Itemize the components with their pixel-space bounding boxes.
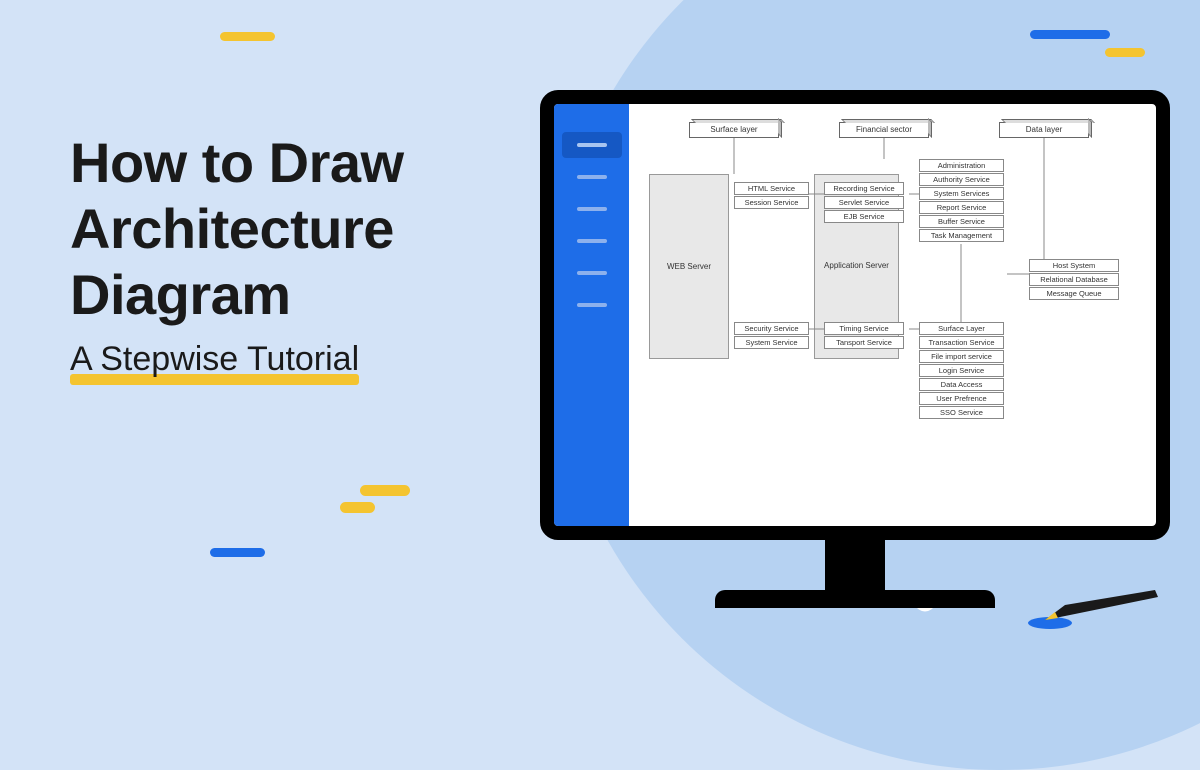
dash-mid-yellow1	[360, 485, 410, 496]
cell: Task Management	[919, 229, 1004, 242]
web-server-box: WEB Server	[649, 174, 729, 359]
cell: Surface Layer	[919, 322, 1004, 335]
cell: Servlet Service	[824, 196, 904, 209]
page-title: How to Draw Architecture Diagram	[70, 130, 404, 328]
cell: System Service	[734, 336, 809, 349]
app-sidebar	[554, 104, 629, 526]
cell: SSO Service	[919, 406, 1004, 419]
cell: User Prefrence	[919, 392, 1004, 405]
monitor-stand	[825, 540, 885, 590]
monitor-illustration: Surface layer Financial sector Data laye…	[540, 90, 1170, 608]
header-surface: Surface layer	[689, 122, 779, 138]
monitor-screen: Surface layer Financial sector Data laye…	[540, 90, 1170, 540]
cell: Transaction Service	[919, 336, 1004, 349]
dash-mid-blue	[210, 548, 265, 557]
dash-top-right-yellow	[1105, 48, 1145, 57]
sidebar-item-2[interactable]	[562, 164, 622, 190]
cell: Timing Service	[824, 322, 904, 335]
sidebar-item-3[interactable]	[562, 196, 622, 222]
title-line-2: Architecture	[70, 197, 394, 260]
cell: Data Access	[919, 378, 1004, 391]
cell: Recording Service	[824, 182, 904, 195]
cell: Report Service	[919, 201, 1004, 214]
sidebar-item-4[interactable]	[562, 228, 622, 254]
sidebar-item-1[interactable]	[562, 132, 622, 158]
cell: Tansport Service	[824, 336, 904, 349]
cell: Authority Service	[919, 173, 1004, 186]
dash-mid-yellow2	[340, 502, 375, 513]
cell: EJB Service	[824, 210, 904, 223]
dash-top-left	[220, 32, 275, 41]
dash-top-right-blue	[1030, 30, 1110, 39]
sidebar-item-5[interactable]	[562, 260, 622, 286]
pen-icon	[1020, 585, 1160, 635]
cell: Login Service	[919, 364, 1004, 377]
cell: Session Service	[734, 196, 809, 209]
text-content: How to Draw Architecture Diagram A Stepw…	[70, 130, 404, 379]
cell: Administration	[919, 159, 1004, 172]
page-subtitle: A Stepwise Tutorial	[70, 340, 359, 379]
header-financial: Financial sector	[839, 122, 929, 138]
cell: HTML Service	[734, 182, 809, 195]
monitor-base	[715, 590, 995, 608]
diagram-canvas: Surface layer Financial sector Data laye…	[629, 104, 1156, 526]
cell: Message Queue	[1029, 287, 1119, 300]
cell: Host System	[1029, 259, 1119, 272]
cell: File import service	[919, 350, 1004, 363]
cell: System Services	[919, 187, 1004, 200]
header-data: Data layer	[999, 122, 1089, 138]
title-line-1: How to Draw	[70, 131, 404, 194]
cell: Security Service	[734, 322, 809, 335]
cell: Buffer Service	[919, 215, 1004, 228]
sidebar-item-6[interactable]	[562, 292, 622, 318]
title-line-3: Diagram	[70, 263, 291, 326]
cell: Relational Database	[1029, 273, 1119, 286]
